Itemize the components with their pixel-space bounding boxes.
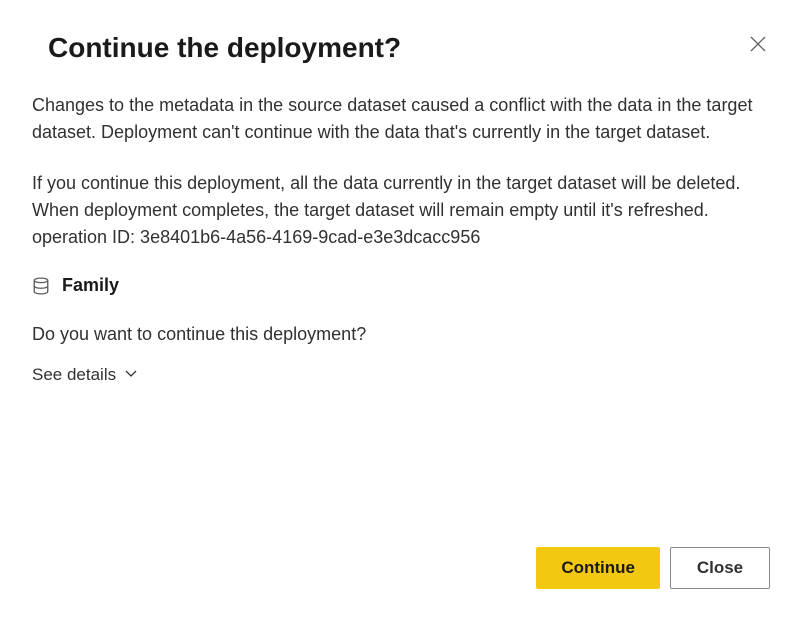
continue-button[interactable]: Continue [536, 547, 660, 589]
body-paragraph-2: If you continue this deployment, all the… [32, 170, 770, 224]
body-paragraph-1: Changes to the metadata in the source da… [32, 92, 770, 146]
see-details-toggle[interactable]: See details [32, 365, 138, 385]
close-icon [750, 36, 766, 55]
close-button[interactable] [746, 32, 770, 59]
confirm-question: Do you want to continue this deployment? [32, 324, 770, 345]
dataset-row: Family [32, 275, 770, 296]
close-footer-button[interactable]: Close [670, 547, 770, 589]
dialog-footer: Continue Close [536, 547, 770, 589]
see-details-label: See details [32, 365, 116, 385]
dataset-name: Family [62, 275, 119, 296]
dialog-title: Continue the deployment? [48, 32, 401, 64]
chevron-down-icon [124, 365, 138, 385]
operation-id: operation ID: 3e8401b6-4a56-4169-9cad-e3… [32, 224, 770, 251]
database-icon [32, 277, 50, 295]
dialog-body: Changes to the metadata in the source da… [32, 92, 770, 251]
